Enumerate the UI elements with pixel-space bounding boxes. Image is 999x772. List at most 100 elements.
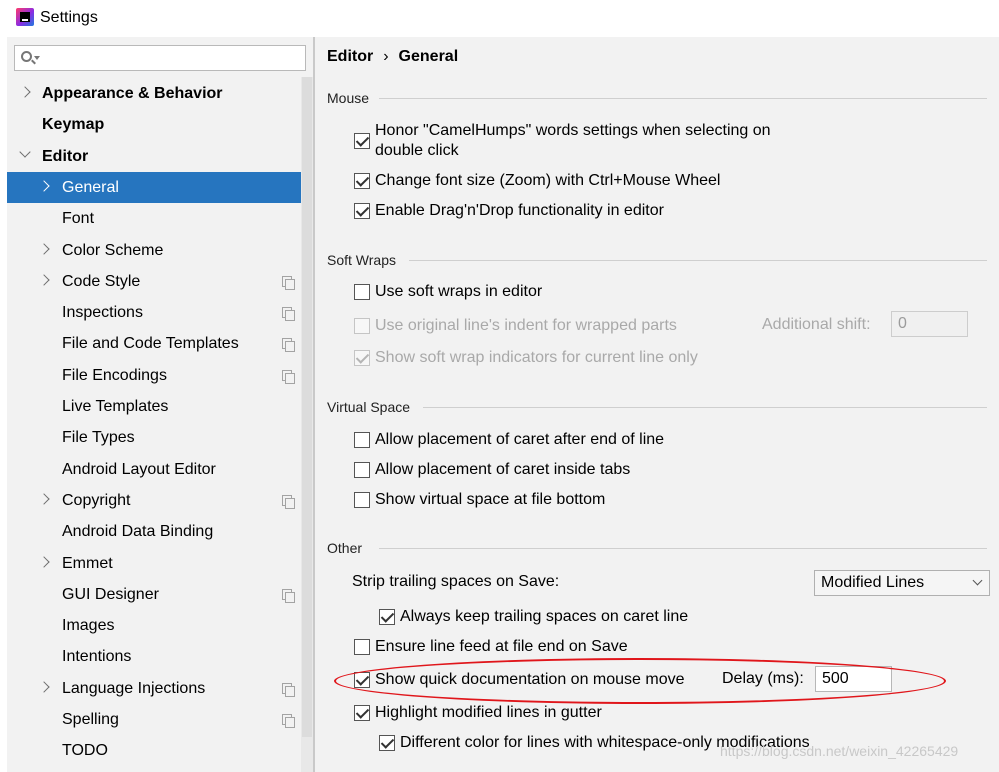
sidebar-item-language-injections[interactable]: Language Injections [7,673,313,704]
chevron-right-icon[interactable] [38,274,50,286]
settings-content: Editor › General Mouse Honor "CamelHumps" … [315,37,999,772]
sidebar-item-copyright[interactable]: Copyright [7,485,313,516]
search-icon[interactable] [21,51,32,62]
watermark: https://blog.csdn.net/weixin_42265429 [720,743,959,759]
delay-label: Delay (ms): [722,670,804,687]
sidebar-item-android-data-binding[interactable]: Android Data Binding [7,516,313,547]
breadcrumb-parent[interactable]: Editor [327,48,373,65]
sidebar-item-label: Language Injections [62,679,206,697]
chevron-right-icon[interactable] [38,493,50,505]
sidebar-item-label: General [62,178,119,196]
section-header-mouse: Mouse [327,90,370,106]
sidebar-item-label: Copyright [62,491,131,509]
soft-wrap-indicators-label: Show soft wrap indicators for current li… [375,349,698,366]
settings-search-box[interactable] [14,45,306,71]
sidebar-item-file-types[interactable]: File Types [7,422,313,453]
virtual-space-bottom-label: Show virtual space at file bottom [375,491,606,508]
sidebar-item-emmet[interactable]: Emmet [7,548,313,579]
project-level-copy-icon [282,588,295,603]
use-soft-wraps-label: Use soft wraps in editor [375,283,543,300]
line-feed-label: Ensure line feed at file end on Save [375,638,628,655]
chevron-down-icon [972,575,983,586]
sidebar-item-appearance-behavior[interactable]: Appearance & Behavior [7,78,313,109]
project-level-copy-icon [282,494,295,509]
chevron-right-icon[interactable] [38,242,50,255]
chevron-down-icon[interactable] [19,145,31,158]
chevron-right-icon[interactable] [38,681,50,693]
breadcrumb-separator: › [383,48,389,65]
sidebar-item-todo[interactable]: TODO [7,735,313,766]
line-feed-checkbox[interactable] [354,639,370,655]
caret-inside-tabs-checkbox[interactable] [354,462,370,478]
settings-sidebar: Appearance & Behavior Keymap Editor General… [7,37,313,772]
sidebar-item-label: File and Code Templates [62,335,239,353]
camelhumps-label-line1: Honor "CamelHumps" words settings when s… [375,122,771,139]
sidebar-item-editor[interactable]: Editor [7,141,313,172]
project-level-copy-icon [282,338,295,353]
intellij-logo-icon [16,8,34,26]
chevron-right-icon[interactable] [38,180,50,192]
highlight-modified-label: Highlight modified lines in gutter [375,704,602,721]
search-input[interactable] [43,49,298,67]
strip-trailing-label: Strip trailing spaces on Save: [352,573,560,590]
project-level-copy-icon [282,275,295,290]
quick-doc-checkbox[interactable] [354,672,370,688]
additional-shift-field: 0 [891,311,968,337]
caret-inside-tabs-label: Allow placement of caret inside tabs [375,461,631,478]
sidebar-item-gui-designer[interactable]: GUI Designer [7,579,313,610]
sidebar-item-intentions[interactable]: Intentions [7,641,313,672]
keep-trailing-caret-checkbox[interactable] [379,609,395,625]
strip-trailing-value: Modified Lines [821,574,925,591]
project-level-copy-icon [282,714,295,728]
sidebar-item-label: Spelling [62,711,119,728]
highlight-modified-checkbox[interactable] [354,705,370,721]
search-options-chevron-icon[interactable] [34,56,40,60]
sidebar-item-live-templates[interactable]: Live Templates [7,391,313,422]
sidebar-item-android-layout-editor[interactable]: Android Layout Editor [7,454,313,485]
project-level-copy-icon [282,682,295,697]
sidebar-item-file-and-code-templates[interactable]: File and Code Templates [7,328,313,359]
window-title: Settings [40,9,98,26]
sidebar-item-general[interactable]: General [7,171,313,203]
sidebar-item-file-encodings[interactable]: File Encodings [7,360,313,391]
sidebar-item-font[interactable]: Font [7,203,313,234]
keep-trailing-caret-label: Always keep trailing spaces on caret lin… [400,608,689,625]
section-divider [379,548,987,549]
camelhumps-checkbox-row[interactable]: Honor "CamelHumps" words settings when s… [354,121,794,161]
sidebar-item-color-scheme[interactable]: Color Scheme [7,235,313,266]
sidebar-item-label: Android Data Binding [62,523,214,541]
delay-ms-field[interactable]: 500 [815,666,892,692]
drag-drop-checkbox[interactable] [354,203,370,219]
sidebar-item-keymap[interactable]: Keymap [7,109,313,140]
strip-trailing-dropdown[interactable]: Modified Lines [814,570,990,596]
section-divider [423,407,987,408]
zoom-checkbox[interactable] [354,173,370,189]
sidebar-item-images[interactable]: Images [7,610,313,641]
section-header-virtual-space: Virtual Space [327,399,411,415]
sidebar-item-label: Code Style [62,272,141,290]
use-soft-wraps-checkbox[interactable] [354,284,370,300]
camelhumps-checkbox[interactable] [354,133,370,149]
sidebar-scrollbar[interactable] [301,77,313,772]
caret-after-eol-checkbox[interactable] [354,432,370,448]
section-divider [379,98,987,99]
sidebar-item-label: TODO [62,742,108,760]
section-header-soft-wraps: Soft Wraps [327,252,396,268]
chevron-right-icon[interactable] [19,86,31,98]
sidebar-scrollbar-thumb[interactable] [302,77,312,737]
drag-drop-label: Enable Drag'n'Drop functionality in edit… [375,202,664,219]
sidebar-item-label: Editor [42,147,89,165]
chevron-right-icon[interactable] [38,555,50,568]
sidebar-item-code-style[interactable]: Code Style [7,266,313,297]
breadcrumb-current: General [398,48,459,65]
zoom-label: Change font size (Zoom) with Ctrl+Mouse … [375,172,721,189]
sidebar-item-inspections[interactable]: Inspections [7,297,313,328]
sidebar-item-label: Font [62,210,95,228]
caret-after-eol-label: Allow placement of caret after end of li… [375,431,665,448]
project-level-copy-icon [282,307,295,322]
virtual-space-bottom-checkbox[interactable] [354,492,370,508]
sidebar-item-label: Live Templates [62,398,169,415]
section-header-other: Other [327,540,363,556]
sidebar-item-spelling[interactable]: Spelling [7,704,313,735]
whitespace-color-checkbox[interactable] [379,735,395,751]
